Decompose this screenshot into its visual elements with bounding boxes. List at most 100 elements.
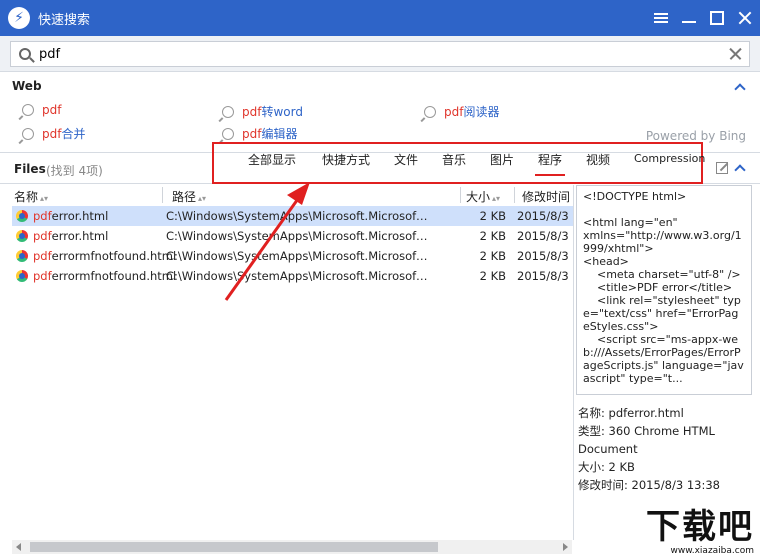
scroll-left-icon[interactable] xyxy=(16,543,21,551)
file-modified: 2015/8/3 13:38 xyxy=(517,209,574,223)
column-modified-header[interactable]: 修改时间 xyxy=(522,188,570,205)
column-separator[interactable] xyxy=(514,187,515,203)
column-separator[interactable] xyxy=(460,187,461,203)
column-path-header[interactable]: 路径 ▴▾ xyxy=(172,188,206,205)
search-input[interactable] xyxy=(39,46,699,62)
suggestion-keyword: pdf xyxy=(42,103,62,117)
files-count: (找到 4项) xyxy=(46,164,103,178)
web-suggestion[interactable]: pdf阅读器 xyxy=(424,103,499,120)
filter-tab-music[interactable]: 音乐 xyxy=(442,151,466,168)
sort-icon: ▴▾ xyxy=(198,194,207,203)
web-suggestion[interactable]: pdf合并 xyxy=(22,125,85,142)
filter-tab-shortcuts[interactable]: 快捷方式 xyxy=(322,151,370,168)
search-box xyxy=(10,41,750,67)
column-separator[interactable] xyxy=(162,187,163,203)
table-row[interactable]: pdferror.html C:\Windows\SystemApps\Micr… xyxy=(12,206,574,226)
column-headers: 名称 ▴▾ 路径 ▴▾ 大小 ▴▾ 修改时间 xyxy=(0,185,574,205)
suggestion-text: 编辑器 xyxy=(261,127,298,141)
minimize-icon[interactable] xyxy=(682,11,696,25)
files-header: Files (找到 4项) 全部显示 快捷方式 文件 音乐 图片 程序 视频 C… xyxy=(0,142,760,184)
menu-icon[interactable] xyxy=(654,11,668,25)
column-name-label: 名称 xyxy=(14,190,39,204)
suggestion-search-icon xyxy=(22,127,34,140)
detail-name: 名称: pdferror.html xyxy=(578,406,684,420)
web-heading: Web xyxy=(12,79,42,93)
suggestion-keyword: pdf xyxy=(42,127,62,141)
chrome-file-icon xyxy=(16,230,28,242)
file-preview: <!DOCTYPE html> <html lang="en" xmlns="h… xyxy=(576,185,752,395)
file-modified: 2015/8/3 16: xyxy=(517,229,574,243)
file-path: C:\Windows\SystemApps\Microsoft.Microsof… xyxy=(166,269,430,283)
search-icon xyxy=(19,48,31,60)
files-heading: Files xyxy=(14,162,46,176)
close-icon[interactable] xyxy=(738,11,752,25)
horizontal-scrollbar[interactable] xyxy=(12,540,572,554)
file-name-keyword: pdf xyxy=(33,269,52,283)
table-row[interactable]: pdferrormfnotfound.html C:\Windows\Syste… xyxy=(12,266,574,286)
suggestion-search-icon xyxy=(222,105,234,118)
web-section: Web pdf pdf转word pdf阅读器 pdf合并 pdf编辑器 Pow… xyxy=(0,73,760,153)
clear-search-icon[interactable] xyxy=(729,47,743,61)
powered-by-label: Powered by Bing xyxy=(645,129,746,143)
column-size-header[interactable]: 大小 ▴▾ xyxy=(466,188,500,205)
file-size: 2 KB xyxy=(479,249,506,263)
chrome-file-icon xyxy=(16,210,28,222)
suggestion-text: 合并 xyxy=(61,127,86,141)
file-list: pdferror.html C:\Windows\SystemApps\Micr… xyxy=(12,206,574,286)
suggestion-keyword: pdf xyxy=(444,105,464,119)
maximize-icon[interactable] xyxy=(710,11,724,25)
suggestion-keyword: pdf xyxy=(242,127,262,141)
chrome-file-icon xyxy=(16,250,28,262)
pane-divider[interactable] xyxy=(573,185,574,540)
sort-icon: ▴▾ xyxy=(40,194,49,203)
file-name: error.html xyxy=(51,229,109,243)
detail-modified: 修改时间: 2015/8/3 13:38 xyxy=(578,478,720,492)
suggestion-search-icon xyxy=(222,127,234,140)
filter-tab-compression[interactable]: Compression xyxy=(634,152,705,165)
file-modified: 2015/8/3 16: xyxy=(517,269,574,283)
web-suggestion[interactable]: pdf编辑器 xyxy=(222,125,297,142)
file-size: 2 KB xyxy=(479,269,506,283)
suggestion-text: 转word xyxy=(261,105,303,119)
search-area xyxy=(0,36,760,72)
watermark-logo: 下载吧 xyxy=(646,507,754,547)
column-size-label: 大小 xyxy=(466,190,491,204)
table-row[interactable]: pdferrormfnotfound.html C:\Windows\Syste… xyxy=(12,246,574,266)
filter-tab-images[interactable]: 图片 xyxy=(490,151,514,168)
file-modified: 2015/8/3 13: xyxy=(517,249,574,263)
watermark: 下载吧 www.xiazaiba.com xyxy=(646,508,754,556)
column-name-header[interactable]: 名称 ▴▾ xyxy=(14,188,48,205)
title-bar: ⚡ 快速搜索 xyxy=(0,0,760,36)
filter-tab-all[interactable]: 全部显示 xyxy=(248,151,296,168)
filter-tab-files[interactable]: 文件 xyxy=(394,151,418,168)
web-suggestion[interactable]: pdf xyxy=(22,103,61,117)
file-path: C:\Windows\SystemApps\Microsoft.Microsof… xyxy=(166,209,430,223)
file-path: C:\Windows\SystemApps\Microsoft.Microsof… xyxy=(166,249,430,263)
suggestion-search-icon xyxy=(22,104,34,116)
suggestion-keyword: pdf xyxy=(242,105,262,119)
file-size: 2 KB xyxy=(479,209,506,223)
app-logo-icon: ⚡ xyxy=(8,7,30,29)
filter-tab-video[interactable]: 视频 xyxy=(586,151,610,168)
file-details: 名称: pdferror.html 类型: 360 Chrome HTML Do… xyxy=(578,404,760,494)
suggestion-text: 阅读器 xyxy=(463,105,500,119)
file-name-keyword: pdf xyxy=(33,229,52,243)
scroll-right-icon[interactable] xyxy=(563,543,568,551)
web-collapse-chevron-up-icon[interactable] xyxy=(734,83,746,95)
detail-type: 类型: 360 Chrome HTML Document xyxy=(578,424,715,456)
filter-tab-programs[interactable]: 程序 xyxy=(534,151,566,176)
sort-icon: ▴▾ xyxy=(492,194,501,203)
file-name-keyword: pdf xyxy=(33,249,52,263)
suggestion-search-icon xyxy=(424,105,436,118)
watermark-url: www.xiazaiba.com xyxy=(670,546,754,556)
file-path: C:\Windows\SystemApps\Microsoft.Microsof… xyxy=(166,229,430,243)
window-title: 快速搜索 xyxy=(38,12,91,28)
files-collapse-chevron-up-icon[interactable] xyxy=(734,164,746,176)
web-suggestion[interactable]: pdf转word xyxy=(222,103,303,120)
detail-size: 大小: 2 KB xyxy=(578,460,635,474)
filter-tabs-highlight: 全部显示 快捷方式 文件 音乐 图片 程序 视频 Compression xyxy=(212,142,705,184)
scrollbar-thumb[interactable] xyxy=(30,542,438,552)
edit-icon[interactable] xyxy=(716,162,728,174)
column-path-label: 路径 xyxy=(172,190,197,204)
table-row[interactable]: pdferror.html C:\Windows\SystemApps\Micr… xyxy=(12,226,574,246)
